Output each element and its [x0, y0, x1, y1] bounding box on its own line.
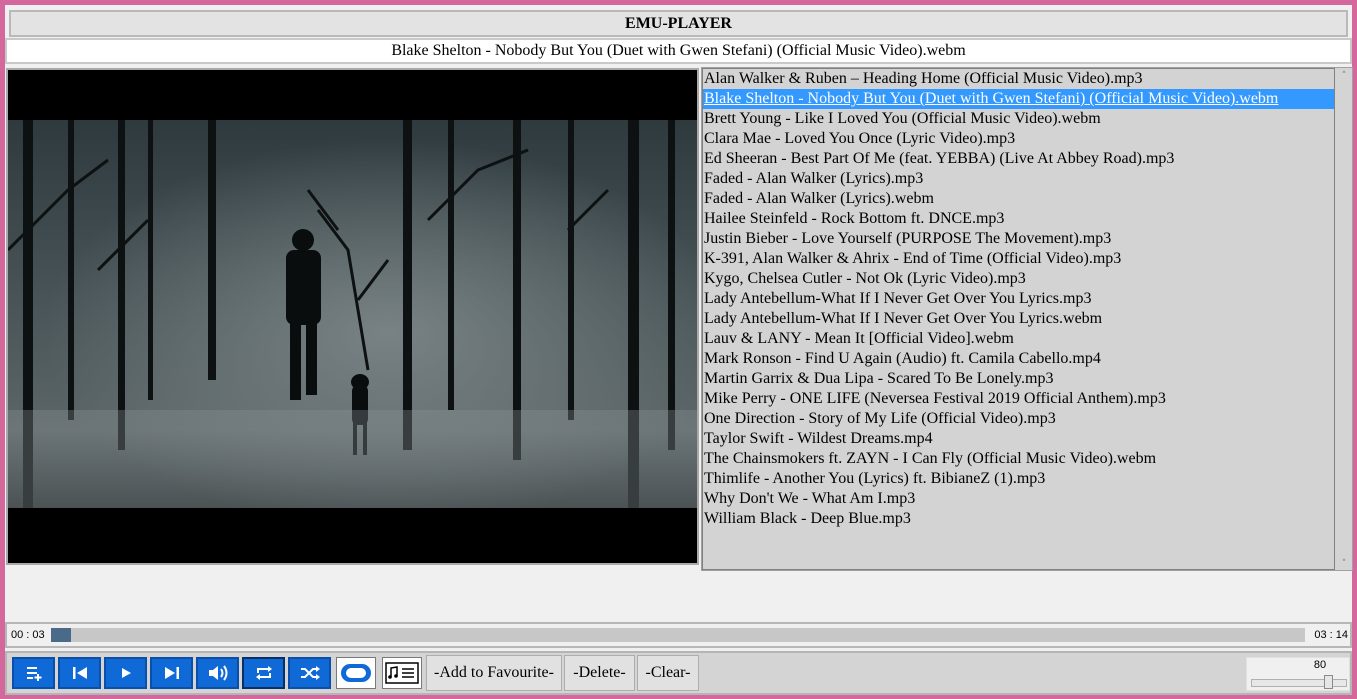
- stop-button[interactable]: [336, 657, 376, 689]
- window-title-bar: EMU-PLAYER: [9, 10, 1348, 37]
- add-to-playlist-button[interactable]: [12, 657, 55, 689]
- playlist-item[interactable]: Ed Sheeran - Best Part Of Me (feat. YEBB…: [703, 149, 1334, 169]
- playlist-item[interactable]: Blake Shelton - Nobody But You (Duet wit…: [703, 89, 1334, 109]
- playlist-item[interactable]: Mark Ronson - Find U Again (Audio) ft. C…: [703, 349, 1334, 369]
- shuffle-icon: [300, 666, 320, 680]
- playlist-item[interactable]: Why Don't We - What Am I.mp3: [703, 489, 1334, 509]
- playlist-item[interactable]: The Chainsmokers ft. ZAYN - I Can Fly (O…: [703, 449, 1334, 469]
- add-to-playlist-icon: [26, 667, 41, 681]
- playlist-item[interactable]: Kygo, Chelsea Cutler - Not Ok (Lyric Vid…: [703, 269, 1334, 289]
- now-playing-title: Blake Shelton - Nobody But You (Duet wit…: [391, 42, 966, 59]
- control-bar: -Add to Favourite- -Delete- -Clear- 80: [5, 651, 1352, 695]
- elapsed-time: 00 : 03: [11, 629, 45, 641]
- playlist-item[interactable]: K-391, Alan Walker & Ahrix - End of Time…: [703, 249, 1334, 269]
- next-button[interactable]: [150, 657, 193, 689]
- scroll-down-icon[interactable]: ˅: [1338, 558, 1350, 570]
- stop-icon: [341, 664, 371, 682]
- playlist-item[interactable]: Mike Perry - ONE LIFE (Neversea Festival…: [703, 389, 1334, 409]
- progress-bar-row: 00 : 03 03 : 14: [5, 622, 1352, 648]
- play-button[interactable]: [104, 657, 147, 689]
- playlist-item[interactable]: William Black - Deep Blue.mp3: [703, 509, 1334, 529]
- playlist-item[interactable]: Lady Antebellum-What If I Never Get Over…: [703, 289, 1334, 309]
- playlist-item[interactable]: Faded - Alan Walker (Lyrics).mp3: [703, 169, 1334, 189]
- volume-button[interactable]: [196, 657, 239, 689]
- video-display[interactable]: [6, 68, 699, 565]
- playlist-item[interactable]: Alan Walker & Ruben – Heading Home (Offi…: [703, 69, 1334, 89]
- playlist-item[interactable]: Justin Bieber - Love Yourself (PURPOSE T…: [703, 229, 1334, 249]
- playlist-item[interactable]: Martin Garrix & Dua Lipa - Scared To Be …: [703, 369, 1334, 389]
- volume-slider-box: 80: [1246, 657, 1350, 691]
- volume-icon: [208, 665, 227, 681]
- playlist-item[interactable]: One Direction - Story of My Life (Offici…: [703, 409, 1334, 429]
- playlist-item[interactable]: Taylor Swift - Wildest Dreams.mp4: [703, 429, 1334, 449]
- window-title: EMU-PLAYER: [625, 14, 732, 32]
- previous-icon: [72, 667, 87, 679]
- playlist-item[interactable]: Lauv & LANY - Mean It [Official Video].w…: [703, 329, 1334, 349]
- playlist-list[interactable]: Alan Walker & Ruben – Heading Home (Offi…: [702, 68, 1335, 570]
- delete-button[interactable]: -Delete-: [564, 655, 635, 691]
- now-playing-bar: Blake Shelton - Nobody But You (Duet wit…: [5, 38, 1352, 64]
- playlist-item[interactable]: Lady Antebellum-What If I Never Get Over…: [703, 309, 1334, 329]
- previous-button[interactable]: [58, 657, 101, 689]
- next-icon: [164, 667, 179, 679]
- volume-value: 80: [1313, 659, 1327, 671]
- seek-bar-fill: [51, 628, 71, 642]
- playlist-panel[interactable]: Alan Walker & Ruben – Heading Home (Offi…: [701, 67, 1353, 571]
- shuffle-button[interactable]: [288, 657, 331, 689]
- playlist-item[interactable]: Thimlife - Another You (Lyrics) ft. Bibi…: [703, 469, 1334, 489]
- play-icon: [121, 668, 131, 678]
- repeat-icon: [255, 666, 272, 680]
- video-frame-image: [8, 70, 697, 563]
- playlist-view-button[interactable]: [382, 657, 422, 689]
- playlist-item[interactable]: Faded - Alan Walker (Lyrics).webm: [703, 189, 1334, 209]
- scroll-up-icon[interactable]: ˄: [1338, 70, 1350, 82]
- playlist-view-icon: [385, 662, 419, 684]
- add-to-favourite-button[interactable]: -Add to Favourite-: [426, 655, 562, 691]
- volume-slider-thumb[interactable]: [1324, 675, 1333, 689]
- playlist-item[interactable]: Hailee Steinfeld - Rock Bottom ft. DNCE.…: [703, 209, 1334, 229]
- clear-button[interactable]: -Clear-: [637, 655, 699, 691]
- total-time: 03 : 14: [1314, 629, 1348, 641]
- seek-bar[interactable]: [51, 628, 1305, 642]
- playlist-item[interactable]: Clara Mae - Loved You Once (Lyric Video)…: [703, 129, 1334, 149]
- repeat-button[interactable]: [242, 657, 285, 689]
- playlist-item[interactable]: Brett Young - Like I Loved You (Official…: [703, 109, 1334, 129]
